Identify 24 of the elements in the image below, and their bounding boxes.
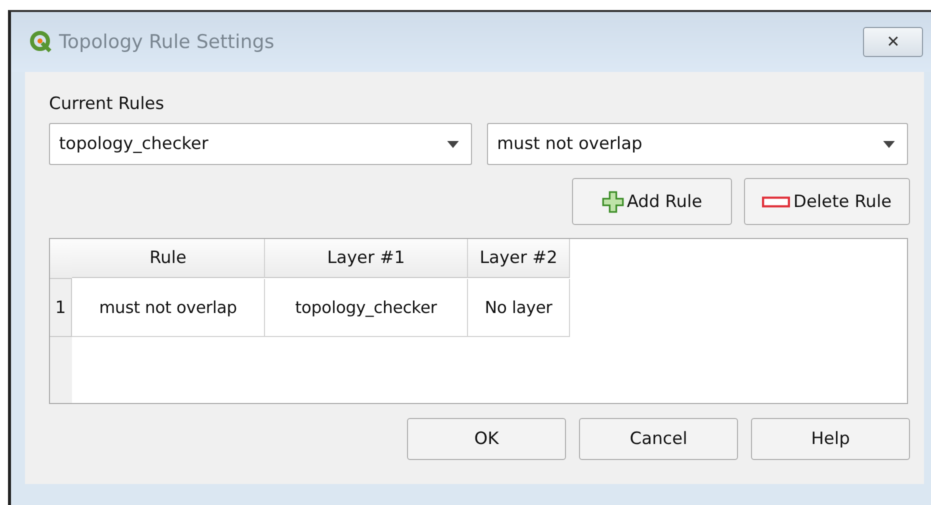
column-header[interactable]: Layer #2 [468, 239, 570, 278]
rules-label: Current Rules [49, 94, 166, 116]
plus-icon [602, 190, 624, 212]
corner-header[interactable] [50, 239, 72, 279]
column-header[interactable]: Rule [72, 239, 265, 278]
table-cell: topology_checker [265, 279, 468, 337]
rule-dropdown[interactable]: must not overlap [487, 123, 908, 165]
row-header-gutter [50, 337, 72, 403]
app-logo-icon [29, 30, 53, 54]
column-header[interactable]: Layer #1 [265, 239, 468, 278]
delete-rule-button[interactable]: Delete Rule [744, 178, 910, 225]
add-rule-button[interactable]: Add Rule [572, 178, 732, 225]
caret-icon [883, 140, 895, 148]
caret-icon [447, 140, 459, 148]
cancel-button[interactable]: Cancel [579, 418, 738, 460]
layer-dropdown[interactable]: topology_checker [49, 123, 472, 165]
close-button[interactable]: ✕ [863, 27, 923, 57]
table-cell: must not overlap [72, 279, 265, 337]
row-header[interactable]: 1 [50, 279, 72, 337]
table-cell: No layer [468, 279, 570, 337]
ok-button[interactable]: OK [407, 418, 566, 460]
window-title: Topology Rule Settings [59, 31, 274, 53]
help-button[interactable]: Help [751, 418, 910, 460]
minus-icon [762, 194, 790, 210]
